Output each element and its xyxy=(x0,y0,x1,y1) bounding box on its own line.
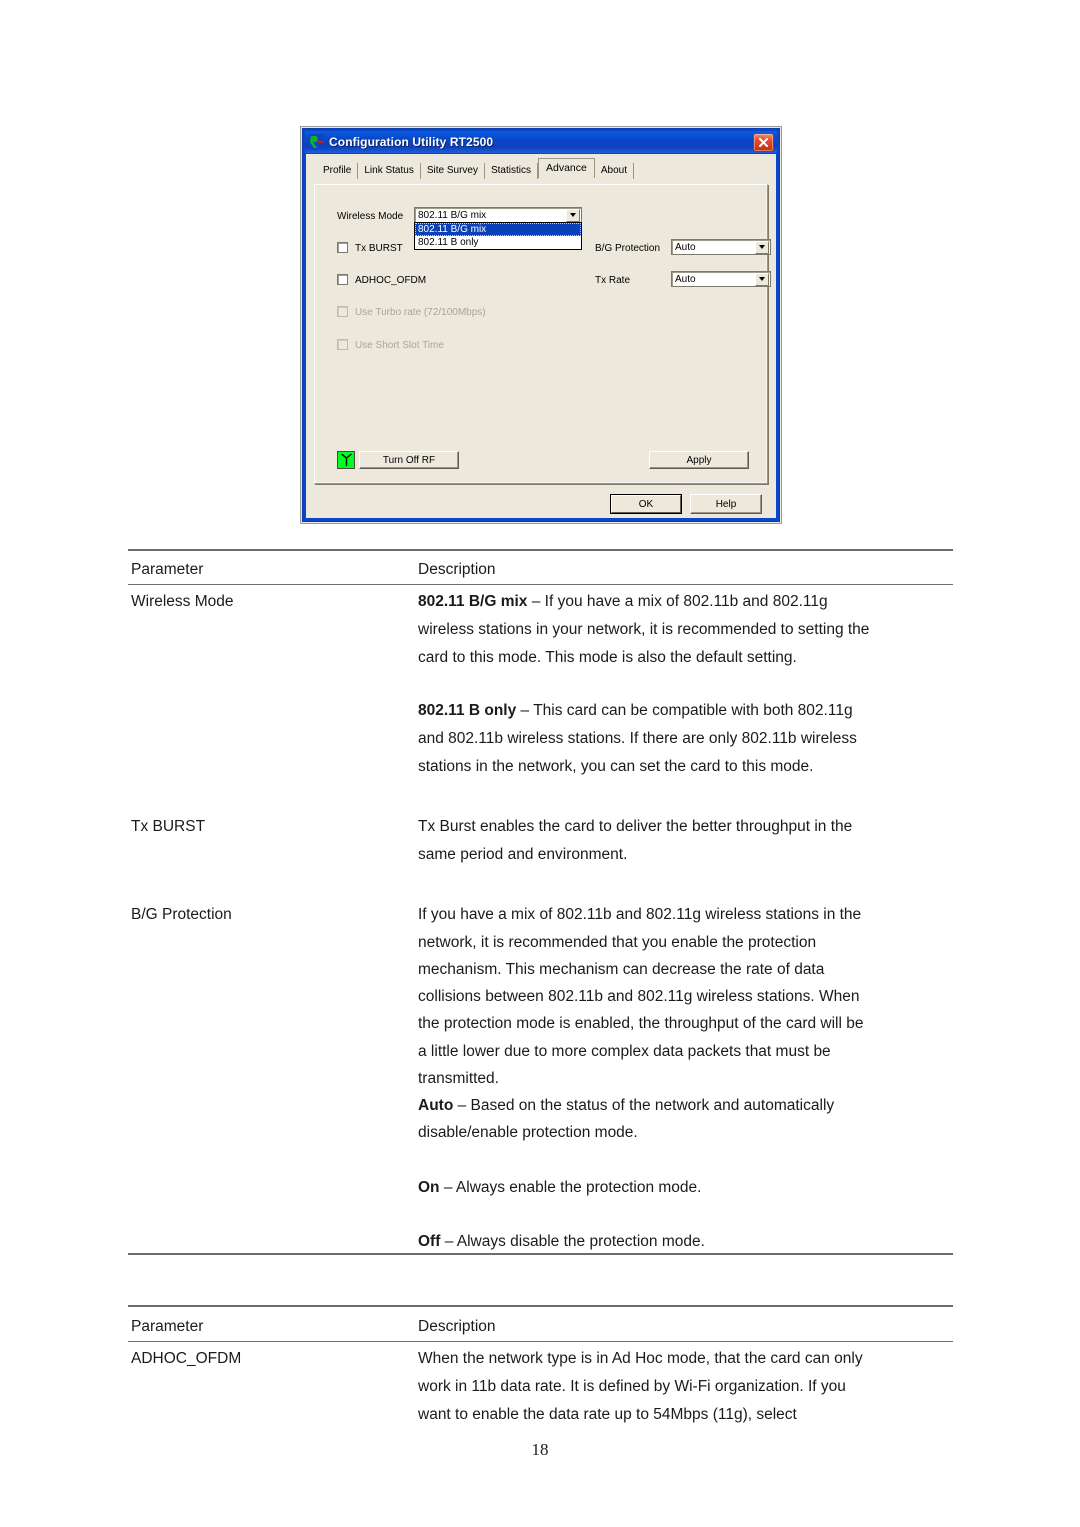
table1-row0-line5: and 802.11b wireless stations. If there … xyxy=(418,730,857,747)
table1-row1-line0: Tx Burst enables the card to deliver the… xyxy=(418,818,853,835)
line-bold: Auto xyxy=(418,1097,454,1114)
table2-header-rule xyxy=(128,1341,953,1342)
dropdown-option-bg-mix[interactable]: 802.11 B/G mix xyxy=(415,223,581,236)
table1-row2-line4: the protection mode is enabled, the thro… xyxy=(418,1015,864,1032)
table1-row1-parameter: Tx BURST xyxy=(131,818,206,835)
table1-row2-line2: mechanism. This mechanism can decrease t… xyxy=(418,961,825,978)
table1-row1-line1: same period and environment. xyxy=(418,846,628,863)
table1-row2-line5: a little lower due to more complex data … xyxy=(418,1043,831,1060)
table2-row0-parameter: ADHOC_OFDM xyxy=(131,1350,242,1367)
table1-row2-line0: If you have a mix of 802.11b and 802.11g… xyxy=(418,906,862,923)
line-rest: – Based on the status of the network and… xyxy=(453,1097,835,1114)
table2-header-description: Description xyxy=(418,1318,496,1335)
line-bold: 802.11 B only xyxy=(418,702,517,719)
table2-row0-line0: When the network type is in Ad Hoc mode,… xyxy=(418,1350,863,1367)
table1-row0-line2: card to this mode. This mode is also the… xyxy=(418,649,797,666)
table1-row2-parameter: B/G Protection xyxy=(131,906,232,923)
table1-row2-line3: collisions between 802.11b and 802.11g w… xyxy=(418,988,860,1005)
table1-header-description: Description xyxy=(418,561,496,578)
line-rest: – This card can be compatible with both … xyxy=(516,702,853,719)
table1-header-parameter: Parameter xyxy=(131,561,204,578)
tab-advance[interactable]: Advance xyxy=(538,158,595,178)
line-rest: – Always disable the protection mode. xyxy=(440,1233,705,1250)
table1-row0-parameter: Wireless Mode xyxy=(131,593,234,610)
table1-bottom-rule xyxy=(128,1253,953,1255)
page-number: 18 xyxy=(531,1440,549,1459)
line-bold: On xyxy=(418,1179,440,1196)
table1-row2-line8: disable/enable protection mode. xyxy=(418,1124,638,1141)
table2-row0-line2: want to enable the data rate up to 54Mbp… xyxy=(418,1406,797,1423)
table1-row2-line6: transmitted. xyxy=(418,1070,499,1087)
table2-row0-line1: work in 11b data rate. It is defined by … xyxy=(418,1378,846,1395)
table2-header-parameter: Parameter xyxy=(131,1318,204,1335)
wireless-mode-dropdown-list[interactable]: 802.11 B/G mix 802.11 B only xyxy=(414,222,582,250)
table1-row2-line1: network, it is recommended that you enab… xyxy=(418,934,817,951)
table1-row0-line4: 802.11 B only – This card can be compati… xyxy=(418,697,853,724)
table2-top-rule xyxy=(128,1305,953,1307)
dropdown-option-b-only[interactable]: 802.11 B only xyxy=(415,236,581,249)
table1-header-rule xyxy=(128,584,953,585)
table1-row0-line0: 802.11 B/G mix – If you have a mix of 80… xyxy=(418,588,828,615)
line-rest: – Always enable the protection mode. xyxy=(439,1179,702,1196)
table1-row2-line7: Auto – Based on the status of the networ… xyxy=(418,1092,834,1119)
table1-row0-line6: stations in the network, you can set the… xyxy=(418,758,814,775)
table1-row2-line12: Off – Always disable the protection mode… xyxy=(418,1228,705,1255)
line-rest: – If you have a mix of 802.11b and 802.1… xyxy=(527,593,828,610)
table1-row0-line1: wireless stations in your network, it is… xyxy=(418,621,870,638)
line-bold: 802.11 B/G mix xyxy=(418,593,528,610)
line-bold: Off xyxy=(418,1233,441,1250)
table1-row2-line10: On – Always enable the protection mode. xyxy=(418,1174,701,1201)
table1-top-rule xyxy=(128,549,953,551)
